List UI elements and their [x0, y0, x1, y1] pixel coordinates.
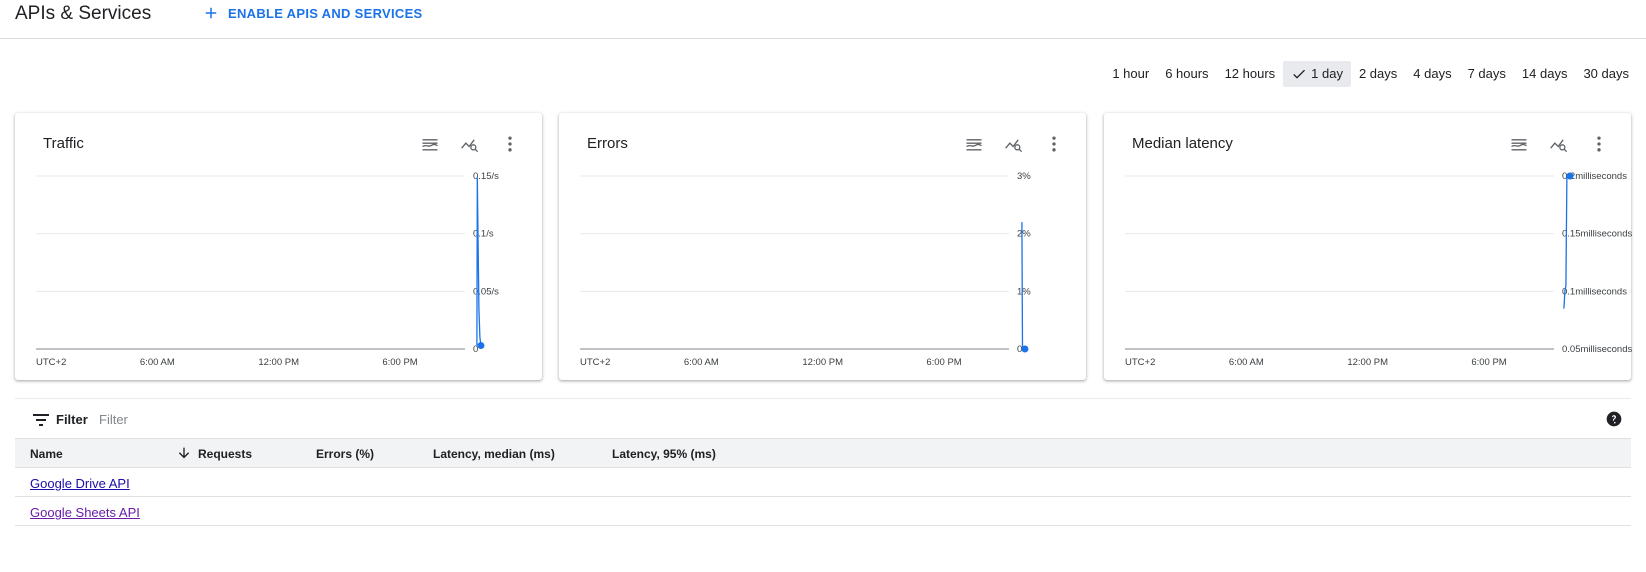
- range-option-selected[interactable]: 1 day: [1283, 61, 1351, 87]
- filter-icon[interactable]: [33, 413, 49, 427]
- filter-bar: Filter: [15, 398, 1631, 438]
- explore-chart-icon[interactable]: [1547, 132, 1571, 156]
- more-vert-icon[interactable]: [1042, 132, 1066, 156]
- filter-input[interactable]: [99, 407, 499, 431]
- range-option[interactable]: 14 days: [1514, 61, 1576, 87]
- chart-title: Errors: [587, 135, 628, 152]
- chart-toolbar: [962, 132, 1066, 156]
- latency-chart-card: 0.2milliseconds 0.15milliseconds 0.1millis…: [1104, 113, 1632, 380]
- more-vert-icon[interactable]: [1587, 132, 1611, 156]
- table-header: Name Requests Errors (%) Latency, median…: [15, 438, 1631, 468]
- top-bar: APIs & Services ENABLE APIS AND SERVICES: [0, 0, 1646, 39]
- legend-stack-icon[interactable]: [962, 132, 986, 156]
- more-vert-icon-glyph: [1597, 136, 1601, 152]
- api-name-link[interactable]: Google Drive API: [30, 476, 130, 491]
- legend-stack-icon-glyph: [422, 139, 438, 151]
- legend-stack-icon-glyph: [966, 139, 982, 151]
- x-tick-label: UTC+2: [580, 357, 610, 368]
- traffic-chart-card: 0.15/s 0.1/s 0.05/s 0 UTC+2 6:00 AM 12:00 PM 6:…: [15, 113, 542, 380]
- last-point-marker[interactable]: [1021, 345, 1029, 353]
- column-header-latency-median[interactable]: Latency, median (ms): [433, 447, 555, 461]
- explore-chart-icon-glyph: [1005, 139, 1023, 153]
- range-option[interactable]: 4 days: [1405, 61, 1459, 87]
- more-vert-icon-glyph: [1052, 136, 1056, 152]
- x-tick-label: 6:00 AM: [684, 357, 719, 368]
- filter-label: Filter: [56, 412, 88, 427]
- y-tick-label: 1%: [1017, 286, 1031, 297]
- x-tick-label: 12:00 PM: [258, 357, 299, 368]
- chart-toolbar: [418, 132, 522, 156]
- column-header-requests[interactable]: Requests: [198, 447, 252, 461]
- column-header-errors[interactable]: Errors (%): [316, 447, 374, 461]
- y-tick-label: 0.1/s: [473, 229, 494, 240]
- table-row: Google Sheets API: [15, 497, 1631, 526]
- chart-toolbar: [1507, 132, 1611, 156]
- legend-stack-icon[interactable]: [1507, 132, 1531, 156]
- table-body: Google Drive API Google Sheets API: [15, 468, 1631, 526]
- time-range-selector: 1 hour 6 hours 12 hours 1 day 2 days 4 d…: [1104, 61, 1637, 87]
- x-tick-label: UTC+2: [1125, 357, 1155, 368]
- range-option[interactable]: 2 days: [1351, 61, 1405, 87]
- y-tick-label: 0.15milliseconds: [1562, 229, 1632, 240]
- series-line: [476, 177, 482, 346]
- explore-chart-icon[interactable]: [1002, 132, 1026, 156]
- explore-chart-icon-glyph: [1550, 139, 1568, 153]
- last-point-marker[interactable]: [477, 342, 485, 350]
- x-tick-label: UTC+2: [36, 357, 66, 368]
- range-option[interactable]: 1 hour: [1104, 61, 1157, 87]
- range-option[interactable]: 12 hours: [1217, 61, 1284, 87]
- more-vert-icon-glyph: [508, 136, 512, 152]
- plus-icon: [205, 7, 217, 19]
- x-tick-label: 6:00 AM: [140, 357, 175, 368]
- explore-chart-icon-glyph: [461, 139, 479, 153]
- y-tick-label: 2%: [1017, 229, 1031, 240]
- page-title: APIs & Services: [15, 3, 152, 24]
- enable-apis-button[interactable]: ENABLE APIS AND SERVICES: [202, 4, 423, 22]
- errors-chart-card: 3% 2% 1% 0 UTC+2 6:00 AM 12:00 PM 6:00 PM Errors: [559, 113, 1086, 380]
- range-option[interactable]: 7 days: [1460, 61, 1514, 87]
- column-header-name[interactable]: Name: [30, 447, 63, 461]
- x-tick-label: 6:00 PM: [1471, 357, 1506, 368]
- chart-title: Traffic: [43, 135, 84, 152]
- x-tick-label: 6:00 PM: [926, 357, 961, 368]
- x-tick-label: 12:00 PM: [1347, 357, 1388, 368]
- range-option[interactable]: 6 hours: [1157, 61, 1216, 87]
- range-option[interactable]: 30 days: [1575, 61, 1637, 87]
- y-tick-label: 0.1milliseconds: [1562, 286, 1627, 297]
- api-name-link[interactable]: Google Sheets API: [30, 505, 140, 520]
- help-icon[interactable]: [1606, 411, 1622, 427]
- column-header-latency-95[interactable]: Latency, 95% (ms): [612, 447, 716, 461]
- y-tick-label: 3%: [1017, 171, 1031, 182]
- legend-stack-icon[interactable]: [418, 132, 442, 156]
- explore-chart-icon[interactable]: [458, 132, 482, 156]
- apis-table: Name Requests Errors (%) Latency, median…: [15, 438, 1631, 526]
- check-icon: [1293, 69, 1306, 79]
- arrow-down-icon[interactable]: [176, 445, 192, 461]
- more-vert-icon[interactable]: [498, 132, 522, 156]
- legend-stack-icon-glyph: [1511, 139, 1527, 151]
- table-row: Google Drive API: [15, 468, 1631, 497]
- x-tick-label: 6:00 PM: [382, 357, 417, 368]
- x-tick-label: 6:00 AM: [1229, 357, 1264, 368]
- chart-title: Median latency: [1132, 135, 1233, 152]
- enable-apis-label: ENABLE APIS AND SERVICES: [228, 5, 423, 21]
- last-point-marker[interactable]: [1566, 172, 1574, 180]
- x-tick-label: 12:00 PM: [802, 357, 843, 368]
- y-tick-label: 0.05milliseconds: [1562, 344, 1632, 355]
